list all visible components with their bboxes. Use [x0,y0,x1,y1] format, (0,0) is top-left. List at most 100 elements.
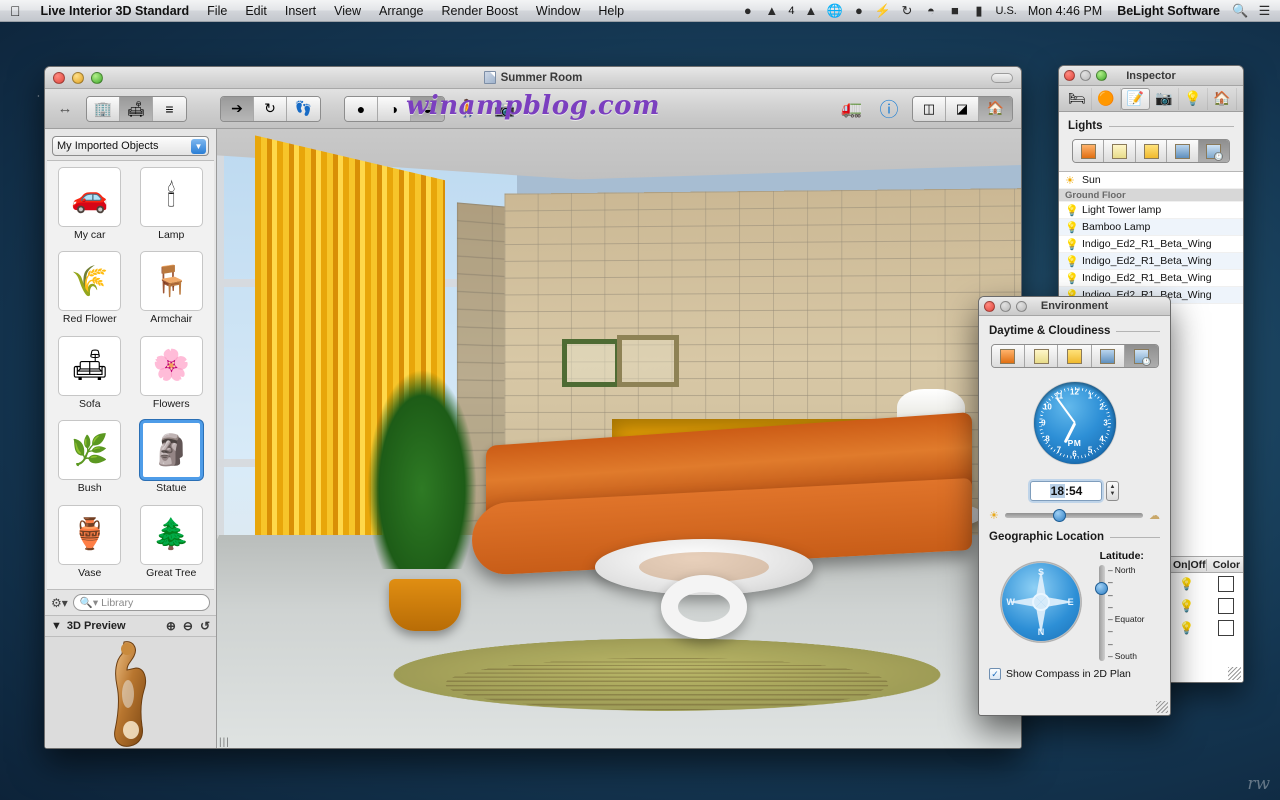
light-row-light-tower-lamp[interactable]: 💡 Light Tower lamp [1059,202,1243,219]
inspector-tab-camera[interactable]: 📷 [1150,87,1179,110]
menu-item-arrange[interactable]: Arrange [370,4,432,18]
dropbox-check-icon[interactable]: ● [740,3,755,18]
menu-item-edit[interactable]: Edit [236,4,276,18]
flash-icon[interactable]: ⚡ [875,3,891,18]
lights-bright-button[interactable] [1135,140,1168,162]
stepper-down-icon[interactable]: ▼ [1110,491,1116,498]
light-row-indigo-2[interactable]: 💡 Indigo_Ed2_R1_Beta_Wing [1059,253,1243,270]
render-boost-icon[interactable]: 🚛 [838,96,866,122]
battery-icon[interactable]: ■ [947,3,962,18]
time-stepper[interactable]: ▲ ▼ [1106,481,1119,501]
evernote-icon[interactable]: ● [851,3,866,18]
menu-item-file[interactable]: File [198,4,236,18]
inspector-tab-edit[interactable]: 📝 [1121,87,1150,110]
disclosure-triangle-icon[interactable]: ▼ [51,620,62,632]
library-item-sofa[interactable]: 🛋 Sofa [51,335,129,418]
menu-item-view[interactable]: View [325,4,370,18]
show-compass-checkbox-row[interactable]: ✓ Show Compass in 2D Plan [989,668,1160,680]
list-view-button[interactable]: ≡ [153,96,186,121]
inspector-tab-light[interactable]: 💡 [1179,87,1208,110]
split-view-button[interactable]: ◫ [913,96,946,121]
cloudiness-slider[interactable] [1004,509,1143,522]
gear-menu-icon[interactable]: ⚙▾ [51,596,68,610]
search-icon[interactable]: 🔍 [1232,3,1248,18]
table-row[interactable]: 💡 [1167,617,1243,639]
library-item-my-car[interactable]: 🚗 My car [51,167,129,249]
library-item-statue[interactable]: 🗿 Statue [133,420,211,502]
3d-viewport[interactable]: ||| [217,129,1021,748]
inspector-tab-material[interactable]: 🟠 [1092,87,1121,110]
menu-item-help[interactable]: Help [589,4,633,18]
library-item-vase[interactable]: 🏺 Vase [51,504,129,587]
table-row[interactable]: 💡 [1167,595,1243,617]
apple-menu-icon[interactable]:  [0,4,32,18]
environment-resize-grip[interactable] [1156,701,1168,713]
bulb-off-icon[interactable]: 💡 [1167,599,1206,613]
us-flag-icon[interactable]: ▮ [971,3,986,18]
color-swatch[interactable] [1217,598,1234,614]
rotate-icon[interactable]: ↺ [200,619,210,633]
daytime-custom-button[interactable]: 🕐 [1125,345,1158,367]
time-input[interactable]: 18:54 [1030,481,1102,501]
lights-auto-time-button[interactable]: 🕐 [1198,140,1229,162]
library-item-great-tree[interactable]: 🌲 Great Tree [133,504,211,587]
flat-shading-button[interactable]: ● [345,96,378,121]
preview-area[interactable] [45,637,216,748]
library-item-flowers[interactable]: 🌸 Flowers [133,335,211,418]
menu-app-name[interactable]: Live Interior 3D Standard [32,4,199,18]
plan-3d-view-button[interactable]: ◪ [946,96,979,121]
inspector-titlebar[interactable]: Inspector [1059,66,1243,86]
info-icon[interactable]: ⓘ [875,96,903,122]
lights-neutral-button[interactable] [1104,140,1136,162]
show-compass-checkbox[interactable]: ✓ [989,668,1001,680]
library-item-armchair[interactable]: 🪑 Armchair [133,251,211,333]
toolbar-toggle-button[interactable] [991,72,1013,83]
color-swatch-cell[interactable] [1206,576,1243,592]
wifi-icon[interactable]: ◓ [923,3,938,18]
time-minutes[interactable]: :54 [1065,484,1082,498]
inspector-resize-grip[interactable] [1228,667,1241,680]
bulb-on-icon[interactable]: 💡 [1167,577,1206,591]
viewport-resize-grip[interactable]: ||| [219,737,230,748]
inspector-tab-object[interactable]: 🛏 [1063,87,1092,110]
color-swatch[interactable] [1217,576,1234,592]
analog-clock[interactable]: 12 1 2 3 4 5 6 7 8 9 10 11 PM [1025,374,1124,472]
notification-center-icon[interactable]: ☰ [1257,3,1272,18]
menu-clock[interactable]: Mon 4:46 PM [1026,4,1104,18]
latitude-slider-knob[interactable] [1095,582,1108,596]
menu-locale[interactable]: U.S. [995,5,1016,17]
inspector-tab-building[interactable]: 🏠 [1208,87,1237,110]
latitude-slider[interactable] [1095,565,1108,661]
environment-titlebar[interactable]: Environment [979,297,1170,316]
library-item-bush[interactable]: 🌿 Bush [51,420,129,502]
search-input[interactable]: 🔍▾ Library [72,594,210,611]
library-item-red-flower[interactable]: 🌾 Red Flower [51,251,129,333]
menu-user-name[interactable]: BeLight Software [1113,4,1224,18]
color-swatch-cell[interactable] [1206,620,1243,636]
menu-item-render-boost[interactable]: Render Boost [432,4,526,18]
light-row-indigo-1[interactable]: 💡 Indigo_Ed2_R1_Beta_Wing [1059,236,1243,253]
library-category-popup[interactable]: My Imported Objects ▼ [52,136,209,156]
main-window-titlebar[interactable]: Summer Room [45,67,1021,89]
color-swatch-cell[interactable] [1206,598,1243,614]
bulb-on-icon[interactable]: 💡 [1167,621,1206,635]
3d-view-button[interactable]: 🏠 [979,96,1012,121]
menu-item-insert[interactable]: Insert [276,4,325,18]
light-row-indigo-3[interactable]: 💡 Indigo_Ed2_R1_Beta_Wing [1059,270,1243,287]
daytime-evening-button[interactable] [1058,345,1092,367]
furniture-view-button[interactable]: 🛋 [120,96,153,121]
daytime-noon-button[interactable] [1024,345,1059,367]
walk-tool-button[interactable]: 👣 [287,96,320,121]
rotate-tool-button[interactable]: ↻ [254,96,287,121]
adobe-icon[interactable]: ▲ [764,3,779,18]
daytime-morning-button[interactable] [991,345,1025,367]
globe-icon[interactable]: 🌐 [827,3,843,18]
cloudiness-slider-knob[interactable] [1053,509,1067,522]
time-hours[interactable]: 18 [1049,484,1065,498]
menu-item-window[interactable]: Window [527,4,589,18]
color-swatch[interactable] [1217,620,1234,636]
zoom-in-icon[interactable]: ⊕ [166,619,176,633]
compass-control[interactable]: S E N W [989,550,1093,654]
library-item-lamp[interactable]: 🕯 Lamp [133,167,211,249]
google-drive-icon[interactable]: ▲ [803,3,818,18]
